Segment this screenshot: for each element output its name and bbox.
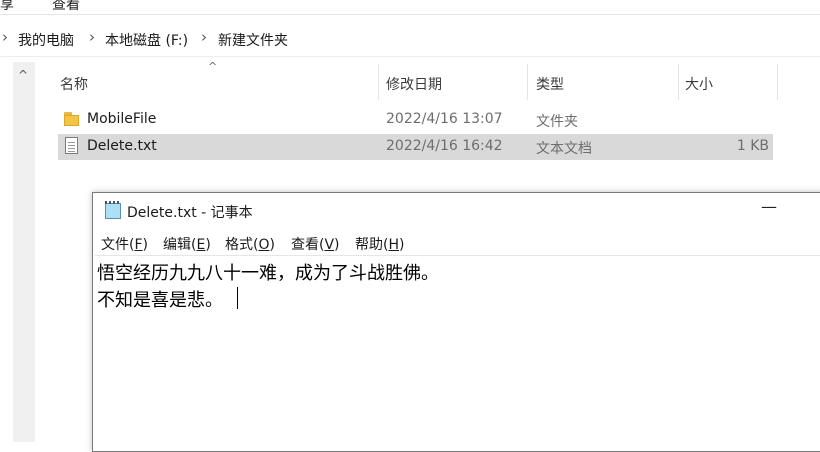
notepad-window[interactable]: Delete.txt - 记事本 — 文件(F) 编辑(E) 格式(O) 查看(… — [92, 192, 820, 452]
file-name: Delete.txt — [87, 138, 157, 154]
scroll-up-icon[interactable]: ^ — [18, 68, 28, 82]
text-line: 不知是喜是悲。 — [97, 290, 223, 311]
notepad-title-bar[interactable]: Delete.txt - 记事本 — — [93, 193, 820, 229]
file-row-delete-txt[interactable]: Delete.txt 2022/4/16 16:42 文本文档 1 KB — [58, 134, 773, 160]
menu-help[interactable]: 帮助(H) — [355, 234, 404, 254]
menu-format[interactable]: 格式(O) — [225, 234, 275, 254]
window-title: Delete.txt - 记事本 — [127, 205, 253, 221]
vertical-scrollbar[interactable]: ^ — [13, 62, 35, 442]
breadcrumb-chevron-icon[interactable]: › — [89, 28, 95, 46]
breadcrumb-chevron-icon[interactable]: › — [201, 28, 207, 46]
column-header-date[interactable]: 修改日期 — [379, 64, 527, 100]
file-size: 1 KB — [736, 138, 769, 154]
breadcrumb-chevron-icon[interactable]: › — [2, 28, 8, 46]
column-header-name[interactable]: 名称 — [58, 64, 378, 100]
breadcrumb-item-new-folder[interactable]: 新建文件夹 — [218, 30, 288, 50]
file-row-mobilefile[interactable]: MobileFile 2022/4/16 13:07 文件夹 — [58, 107, 773, 133]
file-date: 2022/4/16 16:42 — [386, 138, 503, 154]
file-type: 文本文档 — [536, 141, 592, 157]
file-date: 2022/4/16 13:07 — [386, 111, 503, 127]
menu-file[interactable]: 文件(F) — [101, 234, 148, 254]
ribbon-bar: 享 查看 — [0, 0, 820, 15]
breadcrumb: › 我的电脑 › 本地磁盘 (F:) › 新建文件夹 — [0, 22, 820, 57]
text-line: 悟空经历九九八十一难，成为了斗战胜佛。 — [97, 263, 439, 284]
breadcrumb-item-drive-f[interactable]: 本地磁盘 (F:) — [105, 30, 188, 50]
file-name: MobileFile — [87, 111, 157, 127]
text-caret — [237, 287, 238, 309]
ribbon-share-tab[interactable]: 享 — [0, 0, 14, 14]
notepad-menu-bar: 文件(F) 编辑(E) 格式(O) 查看(V) 帮助(H) — [93, 231, 820, 255]
text-editor-area[interactable]: 悟空经历九九八十一难，成为了斗战胜佛。 不知是喜是悲。 — [95, 255, 820, 451]
text-file-icon — [65, 137, 78, 154]
folder-icon — [64, 112, 80, 126]
file-type: 文件夹 — [536, 114, 578, 130]
menu-edit[interactable]: 编辑(E) — [163, 234, 211, 254]
ribbon-view-tab[interactable]: 查看 — [52, 0, 80, 14]
column-header-type[interactable]: 类型 — [528, 64, 678, 100]
column-header-size[interactable]: 大小 — [679, 64, 777, 100]
breadcrumb-item-my-computer[interactable]: 我的电脑 — [18, 30, 74, 50]
minimize-button[interactable]: — — [761, 197, 777, 216]
column-divider[interactable] — [777, 64, 778, 100]
notepad-icon — [105, 201, 123, 219]
menu-view[interactable]: 查看(V) — [291, 234, 340, 254]
